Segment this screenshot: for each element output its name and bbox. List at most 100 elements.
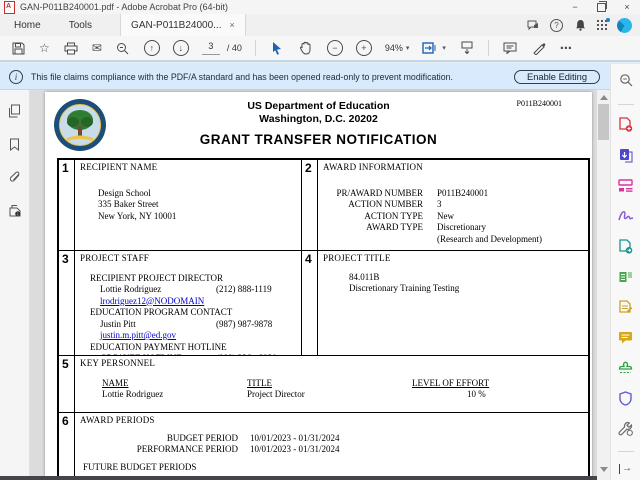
share-file-icon[interactable] xyxy=(617,239,635,254)
pdf-page: P011B240001 US Department of Education W… xyxy=(45,92,592,478)
page-number-input[interactable]: 3 xyxy=(201,41,220,55)
toolbar-divider xyxy=(254,40,256,56)
restore-icon xyxy=(596,0,607,12)
staff-name: Justin Pitt xyxy=(100,318,136,329)
page-thumbnails-icon[interactable] xyxy=(7,103,23,119)
document-canvas[interactable]: P011B240001 US Department of Education W… xyxy=(30,90,597,480)
period-value: 10/01/2023 - 01/31/2024 xyxy=(250,444,340,454)
select-tool-icon[interactable] xyxy=(269,40,285,56)
section-project-staff: 3 PROJECT STAFF RECIPIENT PROJECT DIRECT… xyxy=(59,251,302,355)
staff-email-link[interactable]: justin.m.pitt@ed.gov xyxy=(80,330,296,342)
scroll-up-icon[interactable] xyxy=(600,95,608,100)
page-scrolling-icon[interactable] xyxy=(459,40,475,56)
save-icon[interactable] xyxy=(10,40,26,56)
section-number: 3 xyxy=(59,251,75,355)
feedback-icon[interactable] xyxy=(525,17,541,33)
section-number: 4 xyxy=(302,251,318,355)
field-value: (Research and Development) xyxy=(437,233,542,244)
field-value: New xyxy=(437,210,454,221)
collapse-panel-icon[interactable]: → xyxy=(619,464,632,475)
edit-pdf-icon[interactable] xyxy=(617,178,635,193)
protect-shield-icon[interactable] xyxy=(617,390,635,406)
tab-document[interactable]: GAN-P011B24000... × xyxy=(120,14,246,36)
staff-phone: (212) 888-1119 xyxy=(216,284,272,294)
kp-value-effort: 10 % xyxy=(467,389,486,399)
highlighter-pen-icon[interactable] xyxy=(531,40,547,56)
fit-width-caret-icon[interactable]: ▾ xyxy=(442,44,446,52)
tab-bar: Home Tools GAN-P011B24000... × ? xyxy=(0,14,640,36)
scan-ocr-icon[interactable] xyxy=(617,269,635,284)
section-number: 5 xyxy=(59,356,75,412)
print-icon[interactable] xyxy=(63,40,79,56)
next-page-icon[interactable]: ↓ xyxy=(172,40,189,56)
tab-tools[interactable]: Tools xyxy=(55,14,106,36)
search-icon[interactable] xyxy=(115,40,131,56)
comment-panel-icon[interactable] xyxy=(617,330,635,345)
export-pdf-icon[interactable] xyxy=(617,148,635,163)
field-value: Discretionary xyxy=(437,222,486,232)
prepare-form-icon[interactable] xyxy=(617,299,635,314)
account-avatar[interactable] xyxy=(617,17,632,33)
comment-icon[interactable] xyxy=(502,40,518,56)
page-total-label: / 40 xyxy=(226,43,242,53)
tab-home[interactable]: Home xyxy=(0,14,55,36)
zoom-in-icon[interactable]: + xyxy=(355,40,372,56)
main-area: i P011B240001 US Department of Education… xyxy=(0,90,610,480)
rail-divider xyxy=(617,451,634,453)
acrobat-window: A GAN-P011B240001.pdf - Adobe Acrobat Pr… xyxy=(0,0,640,480)
previous-page-icon[interactable]: ↑ xyxy=(143,40,160,56)
more-tools-wrench-icon[interactable] xyxy=(617,421,635,436)
field-label xyxy=(323,234,423,246)
rail-divider xyxy=(617,104,634,106)
staff-email-link[interactable]: lrodriguez12@NODOMAIN xyxy=(80,296,296,308)
staff-group-title: EDUCATION PROGRAM CONTACT xyxy=(90,307,233,317)
enable-editing-button[interactable]: Enable Editing xyxy=(514,69,600,84)
minimize-button[interactable]: − xyxy=(562,0,588,14)
section-header: PROJECT STAFF xyxy=(80,253,149,263)
notifications-bell-icon[interactable] xyxy=(572,17,588,33)
staff-phone: (987) 987-9878 xyxy=(216,318,273,329)
search-panel-icon[interactable] xyxy=(617,72,635,87)
doc-header-line2: Washington, D.C. 20202 xyxy=(259,113,378,125)
toolbar-divider xyxy=(487,40,489,56)
scroll-down-icon[interactable] xyxy=(600,467,608,472)
field-value: 3 xyxy=(437,199,442,209)
apps-grid-icon[interactable] xyxy=(597,17,610,31)
future-budget-header: FUTURE BUDGET PERIODS xyxy=(83,461,197,472)
doc-header: US Department of Education Washington, D… xyxy=(45,100,592,126)
section-project-title: 4 PROJECT TITLE 84.011B Discretionary Tr… xyxy=(302,251,588,355)
zoom-level-dropdown[interactable]: 94% ▾ xyxy=(385,43,410,53)
fill-sign-icon[interactable] xyxy=(617,208,635,223)
section-number: 2 xyxy=(302,160,318,250)
vertical-scrollbar[interactable] xyxy=(597,90,610,480)
help-icon[interactable]: ? xyxy=(550,18,563,32)
close-button[interactable]: × xyxy=(614,0,640,14)
bookmarks-icon[interactable] xyxy=(7,136,23,152)
staff-name: Lottie Rodriguez xyxy=(100,284,162,294)
period-label: BUDGET PERIOD xyxy=(166,432,238,443)
period-label: PERFORMANCE PERIOD xyxy=(136,444,238,454)
email-icon[interactable]: ✉ xyxy=(92,40,102,56)
favorite-star-icon[interactable]: ☆ xyxy=(39,40,50,56)
left-navigation-rail: i xyxy=(0,90,30,480)
scrollbar-thumb[interactable] xyxy=(598,104,609,140)
restore-button[interactable] xyxy=(588,0,614,14)
kp-column-title: TITLE xyxy=(247,377,272,388)
zoom-level-value: 94% xyxy=(384,43,403,53)
section-recipient-name: 1 RECIPIENT NAME Design School 335 Baker… xyxy=(59,160,302,250)
more-tools-ellipsis-icon[interactable]: ⋯ xyxy=(560,40,572,56)
hand-tool-icon[interactable] xyxy=(298,40,314,56)
standards-icon[interactable]: i xyxy=(7,202,23,218)
kp-value-title: Project Director xyxy=(247,389,305,399)
doc-header-line1: US Department of Education xyxy=(247,100,390,112)
fit-width-icon[interactable] xyxy=(422,40,438,56)
attachments-icon[interactable] xyxy=(7,169,23,185)
kp-value-name: Lottie Rodriguez xyxy=(102,389,164,399)
stamp-icon[interactable] xyxy=(617,360,635,375)
create-pdf-icon[interactable] xyxy=(617,117,635,133)
zoom-out-icon[interactable]: − xyxy=(326,40,343,56)
tab-close-icon[interactable]: × xyxy=(229,20,234,30)
section-key-personnel: 5 KEY PERSONNEL NAME TITLE LEVEL OF EFFO… xyxy=(59,356,588,412)
project-title-line: Discretionary Training Testing xyxy=(349,283,460,293)
staff-name: G5 PAYEE HOTLINE xyxy=(100,353,216,355)
